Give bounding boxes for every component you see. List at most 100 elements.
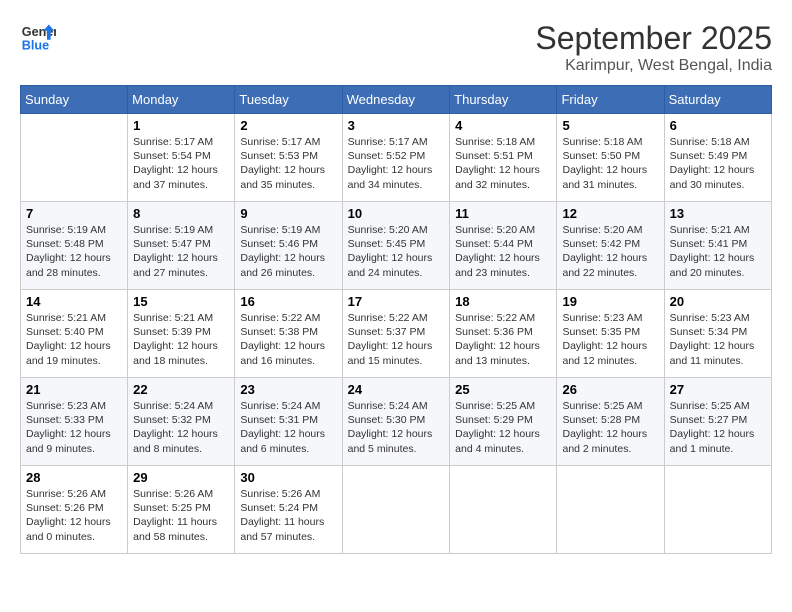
day-number: 29 — [133, 470, 229, 485]
logo-icon: General Blue — [20, 20, 56, 56]
day-number: 11 — [455, 206, 551, 221]
day-info: Sunrise: 5:26 AM Sunset: 5:26 PM Dayligh… — [26, 487, 122, 544]
day-info: Sunrise: 5:20 AM Sunset: 5:42 PM Dayligh… — [562, 223, 658, 280]
day-number: 18 — [455, 294, 551, 309]
calendar-cell: 12 Sunrise: 5:20 AM Sunset: 5:42 PM Dayli… — [557, 202, 664, 290]
svg-text:Blue: Blue — [22, 39, 49, 53]
day-number: 13 — [670, 206, 766, 221]
calendar-cell: 6 Sunrise: 5:18 AM Sunset: 5:49 PM Daylig… — [664, 114, 771, 202]
day-number: 14 — [26, 294, 122, 309]
day-number: 1 — [133, 118, 229, 133]
calendar-cell: 9 Sunrise: 5:19 AM Sunset: 5:46 PM Daylig… — [235, 202, 342, 290]
weekday-header-monday: Monday — [128, 86, 235, 114]
calendar-cell: 16 Sunrise: 5:22 AM Sunset: 5:38 PM Dayli… — [235, 290, 342, 378]
calendar-cell — [450, 466, 557, 554]
day-info: Sunrise: 5:26 AM Sunset: 5:25 PM Dayligh… — [133, 487, 229, 544]
day-number: 7 — [26, 206, 122, 221]
calendar-cell — [664, 466, 771, 554]
calendar-cell: 11 Sunrise: 5:20 AM Sunset: 5:44 PM Dayli… — [450, 202, 557, 290]
day-number: 23 — [240, 382, 336, 397]
day-number: 20 — [670, 294, 766, 309]
day-info: Sunrise: 5:20 AM Sunset: 5:44 PM Dayligh… — [455, 223, 551, 280]
calendar-cell: 29 Sunrise: 5:26 AM Sunset: 5:25 PM Dayli… — [128, 466, 235, 554]
day-number: 22 — [133, 382, 229, 397]
calendar-cell: 19Sunrise: 5:23 AM Sunset: 5:35 PM Dayli… — [557, 290, 664, 378]
day-number: 8 — [133, 206, 229, 221]
day-number: 21 — [26, 382, 122, 397]
weekday-header-thursday: Thursday — [450, 86, 557, 114]
day-number: 24 — [348, 382, 445, 397]
calendar-cell: 27 Sunrise: 5:25 AM Sunset: 5:27 PM Dayli… — [664, 378, 771, 466]
day-info: Sunrise: 5:25 AM Sunset: 5:29 PM Dayligh… — [455, 399, 551, 456]
day-info: Sunrise: 5:19 AM Sunset: 5:48 PM Dayligh… — [26, 223, 122, 280]
day-info: Sunrise: 5:18 AM Sunset: 5:50 PM Dayligh… — [562, 135, 658, 192]
calendar-cell: 18 Sunrise: 5:22 AM Sunset: 5:36 PM Dayli… — [450, 290, 557, 378]
weekday-header-wednesday: Wednesday — [342, 86, 450, 114]
calendar-cell: 1 Sunrise: 5:17 AM Sunset: 5:54 PM Daylig… — [128, 114, 235, 202]
day-number: 27 — [670, 382, 766, 397]
day-number: 19 — [562, 294, 658, 309]
day-info: Sunrise: 5:19 AM Sunset: 5:47 PM Dayligh… — [133, 223, 229, 280]
week-row-4: 21 Sunrise: 5:23 AM Sunset: 5:33 PM Dayli… — [21, 378, 772, 466]
calendar-cell: 22Sunrise: 5:24 AM Sunset: 5:32 PM Dayli… — [128, 378, 235, 466]
week-row-5: 28 Sunrise: 5:26 AM Sunset: 5:26 PM Dayli… — [21, 466, 772, 554]
calendar-cell: 8 Sunrise: 5:19 AM Sunset: 5:47 PM Daylig… — [128, 202, 235, 290]
month-title: September 2025 — [535, 20, 772, 57]
day-number: 28 — [26, 470, 122, 485]
weekday-header-row: SundayMondayTuesdayWednesdayThursdayFrid… — [21, 86, 772, 114]
title-section: September 2025 Karimpur, West Bengal, In… — [535, 20, 772, 75]
day-info: Sunrise: 5:24 AM Sunset: 5:30 PM Dayligh… — [348, 399, 445, 456]
calendar-cell: 13 Sunrise: 5:21 AM Sunset: 5:41 PM Dayli… — [664, 202, 771, 290]
day-info: Sunrise: 5:21 AM Sunset: 5:39 PM Dayligh… — [133, 311, 229, 368]
day-info: Sunrise: 5:23 AM Sunset: 5:33 PM Dayligh… — [26, 399, 122, 456]
calendar-cell: 15 Sunrise: 5:21 AM Sunset: 5:39 PM Dayli… — [128, 290, 235, 378]
day-number: 10 — [348, 206, 445, 221]
day-info: Sunrise: 5:22 AM Sunset: 5:36 PM Dayligh… — [455, 311, 551, 368]
day-number: 12 — [562, 206, 658, 221]
day-number: 3 — [348, 118, 445, 133]
day-number: 4 — [455, 118, 551, 133]
day-info: Sunrise: 5:26 AM Sunset: 5:24 PM Dayligh… — [240, 487, 336, 544]
calendar-cell: 28 Sunrise: 5:26 AM Sunset: 5:26 PM Dayli… — [21, 466, 128, 554]
day-number: 17 — [348, 294, 445, 309]
day-number: 2 — [240, 118, 336, 133]
day-number: 6 — [670, 118, 766, 133]
day-info: Sunrise: 5:22 AM Sunset: 5:38 PM Dayligh… — [240, 311, 336, 368]
calendar-cell: 21 Sunrise: 5:23 AM Sunset: 5:33 PM Dayli… — [21, 378, 128, 466]
calendar-body: 1 Sunrise: 5:17 AM Sunset: 5:54 PM Daylig… — [21, 114, 772, 554]
page-header: General Blue September 2025 Karimpur, We… — [20, 20, 772, 75]
weekday-header-saturday: Saturday — [664, 86, 771, 114]
calendar-cell: 24 Sunrise: 5:24 AM Sunset: 5:30 PM Dayli… — [342, 378, 450, 466]
week-row-2: 7 Sunrise: 5:19 AM Sunset: 5:48 PM Daylig… — [21, 202, 772, 290]
day-info: Sunrise: 5:25 AM Sunset: 5:27 PM Dayligh… — [670, 399, 766, 456]
day-info: Sunrise: 5:17 AM Sunset: 5:53 PM Dayligh… — [240, 135, 336, 192]
day-number: 15 — [133, 294, 229, 309]
day-info: Sunrise: 5:18 AM Sunset: 5:49 PM Dayligh… — [670, 135, 766, 192]
location: Karimpur, West Bengal, India — [535, 57, 772, 75]
day-info: Sunrise: 5:20 AM Sunset: 5:45 PM Dayligh… — [348, 223, 445, 280]
day-info: Sunrise: 5:19 AM Sunset: 5:46 PM Dayligh… — [240, 223, 336, 280]
day-info: Sunrise: 5:21 AM Sunset: 5:41 PM Dayligh… — [670, 223, 766, 280]
day-info: Sunrise: 5:18 AM Sunset: 5:51 PM Dayligh… — [455, 135, 551, 192]
calendar-cell — [21, 114, 128, 202]
calendar-cell: 17Sunrise: 5:22 AM Sunset: 5:37 PM Dayli… — [342, 290, 450, 378]
calendar-cell: 3Sunrise: 5:17 AM Sunset: 5:52 PM Daylig… — [342, 114, 450, 202]
day-number: 25 — [455, 382, 551, 397]
week-row-3: 14 Sunrise: 5:21 AM Sunset: 5:40 PM Dayli… — [21, 290, 772, 378]
day-number: 5 — [562, 118, 658, 133]
logo: General Blue — [20, 20, 56, 56]
weekday-header-tuesday: Tuesday — [235, 86, 342, 114]
weekday-header-sunday: Sunday — [21, 86, 128, 114]
week-row-1: 1 Sunrise: 5:17 AM Sunset: 5:54 PM Daylig… — [21, 114, 772, 202]
day-info: Sunrise: 5:21 AM Sunset: 5:40 PM Dayligh… — [26, 311, 122, 368]
day-info: Sunrise: 5:17 AM Sunset: 5:54 PM Dayligh… — [133, 135, 229, 192]
day-number: 9 — [240, 206, 336, 221]
calendar-table: SundayMondayTuesdayWednesdayThursdayFrid… — [20, 85, 772, 554]
calendar-cell: 26Sunrise: 5:25 AM Sunset: 5:28 PM Dayli… — [557, 378, 664, 466]
calendar-cell: 14 Sunrise: 5:21 AM Sunset: 5:40 PM Dayli… — [21, 290, 128, 378]
calendar-cell: 25 Sunrise: 5:25 AM Sunset: 5:29 PM Dayli… — [450, 378, 557, 466]
day-number: 30 — [240, 470, 336, 485]
day-number: 16 — [240, 294, 336, 309]
day-info: Sunrise: 5:25 AM Sunset: 5:28 PM Dayligh… — [562, 399, 658, 456]
calendar-cell — [557, 466, 664, 554]
